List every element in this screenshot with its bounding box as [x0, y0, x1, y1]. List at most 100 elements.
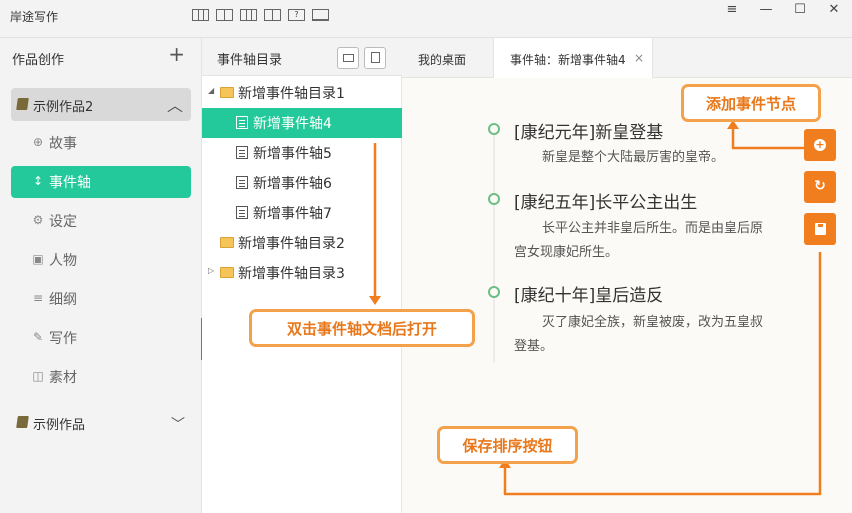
callout-add-event: 添加事件节点	[681, 84, 821, 122]
tree-folder-row[interactable]: ◢ 新增事件轴目录1	[202, 78, 402, 108]
sidebar-item-outline[interactable]: ≡ 细纲	[11, 283, 191, 315]
layout-toolbar: ?	[192, 9, 329, 21]
panel-resize-indicator	[201, 318, 202, 360]
refresh-icon: ↻	[814, 178, 826, 194]
sidebar-item-label: 素材	[49, 370, 77, 386]
chevron-up-icon[interactable]: ︿	[167, 92, 183, 116]
tree-doc-row[interactable]: 新增事件轴5	[202, 138, 402, 168]
new-file-button[interactable]	[364, 47, 386, 69]
sidebar-item-materials[interactable]: ◫ 素材	[11, 361, 191, 393]
window-controls: ≡ — ☐ ✕	[722, 2, 844, 17]
tab-desktop[interactable]: 我的桌面	[402, 38, 494, 78]
sidebar-header: 作品创作	[12, 53, 65, 68]
tree-row-label: 新增事件轴5	[253, 146, 332, 162]
tree-doc-row[interactable]: 新增事件轴7	[202, 198, 402, 228]
minimize-button[interactable]: —	[756, 2, 776, 17]
event-title[interactable]: [康纪十年]皇后造反	[514, 281, 663, 306]
tree-row-label: 新增事件轴目录2	[238, 236, 345, 252]
layout-three-column-icon[interactable]	[192, 9, 209, 21]
folder-icon	[220, 87, 234, 98]
timeline-node[interactable]	[488, 123, 500, 135]
event-body: 灭了康妃全族，新皇被废，改为五皇叔登基。	[514, 315, 764, 354]
new-file-icon	[371, 52, 380, 63]
tab-label: 我的桌面	[418, 53, 467, 67]
tab-label: 事件轴：新增事件轴4	[510, 53, 626, 67]
sidebar-item-characters[interactable]: ▣ 人物	[11, 244, 191, 276]
pencil-icon: ✎	[32, 330, 44, 344]
folder-icon	[220, 267, 234, 278]
refresh-button[interactable]: ↻	[804, 171, 836, 203]
expand-caret-icon[interactable]: ◢	[208, 86, 214, 95]
tree-row-label: 新增事件轴6	[253, 176, 332, 192]
layout-grid-icon[interactable]	[240, 9, 257, 21]
chevron-down-icon[interactable]: ﹀	[171, 414, 185, 434]
material-icon: ◫	[32, 369, 44, 383]
gear-icon: ⚙	[32, 213, 44, 227]
work-group-expanded[interactable]: 示例作品2 ︿	[11, 88, 191, 121]
document-icon	[236, 206, 248, 219]
help-icon[interactable]: ?	[288, 9, 305, 21]
layout-two-column-icon[interactable]	[216, 9, 233, 21]
sidebar-item-writing[interactable]: ✎ 写作	[11, 322, 191, 354]
layout-split-icon[interactable]	[264, 9, 281, 21]
event-body: 长平公主并非皇后所生。而是由皇后原宫女现康妃所生。	[514, 221, 764, 260]
sidebar-item-label: 故事	[49, 136, 77, 152]
sidebar: 作品创作 + 示例作品2 ︿ ⊕ 故事 ↕ 事件轴 ⚙ 设定 ▣ 人物 ≡ 细纲…	[0, 38, 202, 513]
event-title[interactable]: [康纪元年]新皇登基	[514, 118, 663, 143]
tab-close-icon[interactable]: ×	[634, 51, 644, 65]
timeline-node[interactable]	[488, 193, 500, 205]
event-title[interactable]: [康纪五年]长平公主出生	[514, 188, 697, 213]
outline-icon: ≡	[32, 291, 44, 305]
tree-folder-row[interactable]: 新增事件轴目录2	[202, 228, 402, 258]
tree-header: 事件轴目录	[202, 38, 402, 76]
book-icon	[16, 98, 29, 110]
sidebar-item-label: 人物	[49, 253, 77, 269]
sidebar-item-label: 细纲	[49, 292, 77, 308]
book-icon	[16, 416, 29, 428]
document-icon	[236, 146, 248, 159]
person-card-icon: ▣	[32, 252, 44, 266]
tab-bar: 我的桌面 事件轴：新增事件轴4 ×	[402, 38, 852, 78]
folder-icon	[220, 237, 234, 248]
sidebar-item-story[interactable]: ⊕ 故事	[11, 127, 191, 159]
document-icon	[236, 176, 248, 189]
document-icon	[236, 116, 248, 129]
tree-row-label: 新增事件轴目录3	[238, 266, 345, 282]
title-bar: 岸途写作 ? ≡ — ☐ ✕	[0, 0, 852, 38]
sidebar-item-label: 写作	[49, 331, 77, 347]
work-group-collapsed[interactable]: 示例作品 ﹀	[11, 406, 191, 436]
story-icon: ⊕	[32, 135, 44, 149]
sidebar-item-label: 设定	[49, 214, 77, 230]
tree-title: 事件轴目录	[217, 53, 283, 68]
menu-icon[interactable]: ≡	[722, 2, 742, 17]
tree-row-label: 新增事件轴目录1	[238, 86, 345, 102]
save-order-button[interactable]	[804, 213, 836, 245]
new-folder-button[interactable]	[337, 47, 359, 69]
sidebar-item-settings[interactable]: ⚙ 设定	[11, 205, 191, 237]
callout-save-order: 保存排序按钮	[437, 426, 578, 464]
timeline-axis	[493, 128, 495, 363]
collapse-caret-icon[interactable]: ▷	[208, 266, 214, 275]
tree-row-label: 新增事件轴4	[253, 116, 332, 132]
sidebar-item-label: 事件轴	[49, 175, 91, 191]
maximize-button[interactable]: ☐	[790, 2, 810, 17]
close-button[interactable]: ✕	[824, 2, 844, 17]
tree-doc-row[interactable]: 新增事件轴6	[202, 168, 402, 198]
timeline-tree-panel: 事件轴目录 ◢ 新增事件轴目录1 新增事件轴4 新增事件轴5 新增事件轴6 新增…	[202, 38, 402, 513]
tree-doc-row[interactable]: 新增事件轴4	[202, 108, 402, 138]
add-work-button[interactable]: +	[168, 44, 185, 64]
sidebar-item-timeline[interactable]: ↕ 事件轴	[11, 166, 191, 198]
callout-double-click: 双击事件轴文档后打开	[249, 309, 475, 347]
add-event-node-button[interactable]: +	[804, 129, 836, 161]
timeline-node[interactable]	[488, 286, 500, 298]
tab-timeline[interactable]: 事件轴：新增事件轴4 ×	[493, 38, 653, 78]
event-body: 新皇是整个大陆最厉害的皇帝。	[542, 150, 725, 165]
tree-row-label: 新增事件轴7	[253, 206, 332, 222]
work-group-label: 示例作品	[33, 418, 86, 433]
timeline-icon: ↕	[32, 174, 44, 188]
plus-circle-icon: +	[814, 138, 826, 151]
save-icon	[815, 223, 826, 235]
folder-icon	[343, 54, 354, 62]
tree-folder-row[interactable]: ▷ 新增事件轴目录3	[202, 258, 402, 288]
monitor-icon[interactable]	[312, 9, 329, 21]
